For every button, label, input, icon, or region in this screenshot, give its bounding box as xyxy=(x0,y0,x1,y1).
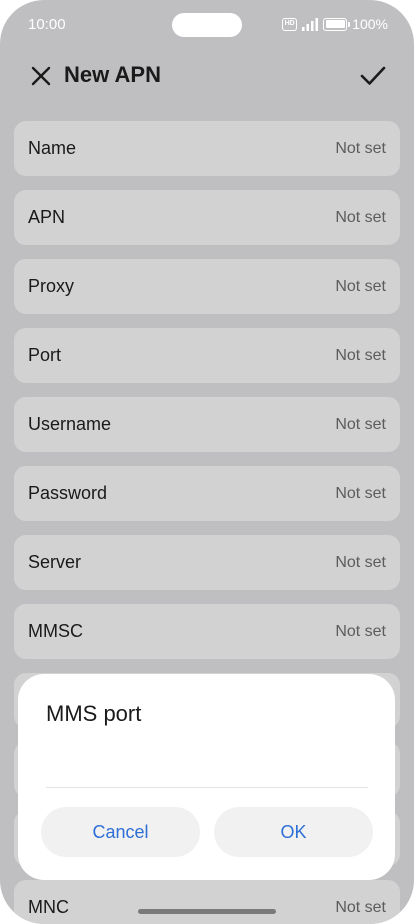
app-header: New APN xyxy=(0,52,414,100)
field-value: Not set xyxy=(335,899,386,916)
field-value: Not set xyxy=(335,554,386,571)
field-value: Not set xyxy=(335,485,386,502)
battery-icon xyxy=(323,17,351,31)
field-row-apn[interactable]: APN Not set xyxy=(14,190,400,245)
field-label: Username xyxy=(28,414,112,434)
check-icon[interactable] xyxy=(360,64,386,88)
camera-island xyxy=(172,13,242,37)
field-label: Server xyxy=(28,552,82,572)
cancel-button[interactable]: Cancel xyxy=(41,807,200,857)
field-value: Not set xyxy=(335,278,386,295)
field-label: APN xyxy=(28,207,66,227)
field-row-mnc[interactable]: MNC Not set xyxy=(14,880,400,924)
mms-port-dialog: MMS port Cancel OK xyxy=(18,674,395,880)
field-label: Port xyxy=(28,345,62,365)
dialog-title: MMS port xyxy=(46,701,142,726)
field-label: MMSC xyxy=(28,621,83,641)
field-value: Not set xyxy=(335,347,386,364)
status-time: 10:00 xyxy=(28,16,66,33)
field-value: Not set xyxy=(335,209,386,226)
status-bar: 10:00 HD 100% xyxy=(0,0,414,48)
field-row-name[interactable]: Name Not set xyxy=(14,121,400,176)
field-value: Not set xyxy=(335,416,386,433)
field-row-mmsc[interactable]: MMSC Not set xyxy=(14,604,400,659)
ok-button[interactable]: OK xyxy=(214,807,373,857)
field-row-proxy[interactable]: Proxy Not set xyxy=(14,259,400,314)
status-icons: HD 100% xyxy=(282,15,388,33)
field-value: Not set xyxy=(335,140,386,157)
field-label: Proxy xyxy=(28,276,75,296)
field-row-server[interactable]: Server Not set xyxy=(14,535,400,590)
signal-icon xyxy=(302,17,319,31)
mms-port-input[interactable] xyxy=(46,748,368,788)
phone-screen: 10:00 HD 100% New APN Name Not set APN N… xyxy=(0,0,414,924)
battery-percent: 100% xyxy=(352,16,388,32)
field-row-username[interactable]: Username Not set xyxy=(14,397,400,452)
field-value: Not set xyxy=(335,623,386,640)
page-title: New APN xyxy=(64,62,161,87)
hd-icon: HD xyxy=(282,17,298,31)
field-label: MNC xyxy=(28,897,69,917)
home-indicator[interactable] xyxy=(138,909,276,914)
field-row-password[interactable]: Password Not set xyxy=(14,466,400,521)
field-label: Name xyxy=(28,138,77,158)
field-row-port[interactable]: Port Not set xyxy=(14,328,400,383)
close-icon[interactable] xyxy=(30,65,52,87)
field-label: Password xyxy=(28,483,108,503)
